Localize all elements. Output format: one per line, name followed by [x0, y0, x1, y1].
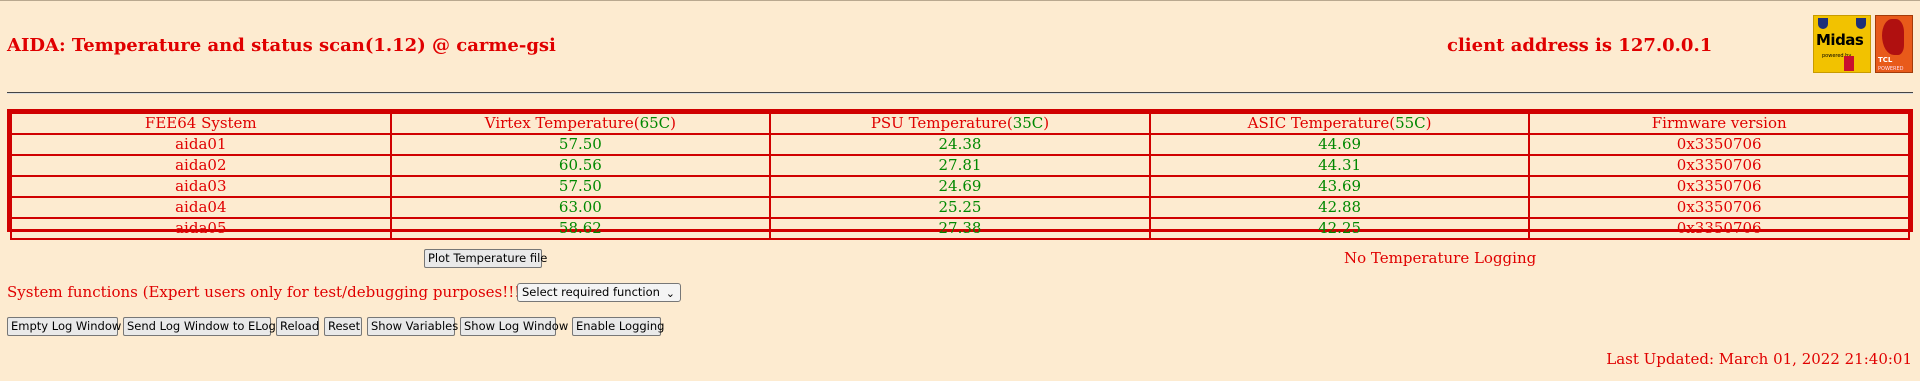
psu-cell: 27.38 — [769, 217, 1151, 240]
psu-cell: 27.81 — [769, 154, 1151, 177]
virtex-cell: 60.56 — [389, 154, 772, 177]
table-row: aida05 58.62 27.38 42.25 0x3350706 — [10, 217, 1910, 240]
page-title: AIDA: Temperature and status scan(1.12) … — [7, 35, 556, 56]
system-cell: aida03 — [10, 175, 392, 198]
plot-temperature-button[interactable]: Plot Temperature file — [424, 249, 547, 268]
show-log-button[interactable]: Show Log Window — [460, 317, 568, 336]
system-functions-label: System functions (Expert users only for … — [7, 283, 527, 301]
header-asic-temperature: ASIC Temperature(55C) — [1148, 112, 1531, 135]
table-row: aida03 57.50 24.69 43.69 0x3350706 — [10, 175, 1910, 198]
temperature-table: FEE64 System Virtex Temperature(65C) PSU… — [7, 109, 1913, 240]
tcl-logo-subtext: POWERED — [1878, 66, 1904, 72]
virtex-cell: 57.50 — [389, 175, 772, 198]
badge-icon — [1844, 56, 1854, 71]
virtex-cell: 57.50 — [389, 133, 772, 156]
reload-button[interactable]: Reload — [276, 317, 319, 336]
feather-icon — [1882, 19, 1904, 55]
table-row: aida04 63.00 25.25 42.88 0x3350706 — [10, 196, 1910, 219]
header-firmware-version: Firmware version — [1528, 112, 1910, 135]
table-row: aida02 60.56 27.81 44.31 0x3350706 — [10, 154, 1910, 177]
header-virtex-temperature: Virtex Temperature(65C) — [389, 112, 772, 135]
chevron-down-icon: ⌄ — [665, 287, 675, 300]
show-variables-button[interactable]: Show Variables — [367, 317, 458, 336]
client-address: client address is 127.0.0.1 — [1447, 35, 1713, 56]
virtex-cell: 58.62 — [389, 217, 772, 240]
system-cell: aida01 — [10, 133, 392, 156]
crest-icon — [1818, 18, 1828, 29]
psu-limit: 35C — [1012, 114, 1044, 132]
psu-cell: 24.69 — [769, 175, 1151, 198]
header-divider — [7, 92, 1913, 94]
reset-button[interactable]: Reset — [324, 317, 362, 336]
asic-cell: 44.69 — [1148, 133, 1531, 156]
function-select[interactable]: Select required function ⌄ — [517, 283, 681, 302]
firmware-cell: 0x3350706 — [1528, 217, 1910, 240]
psu-cell: 24.38 — [769, 133, 1151, 156]
firmware-cell: 0x3350706 — [1528, 133, 1910, 156]
send-log-button[interactable]: Send Log Window to ELog — [123, 317, 276, 336]
midas-logo-word: Midas — [1816, 31, 1864, 49]
function-select-value: Select required function — [522, 285, 660, 299]
midas-logo: Midas powered by — [1813, 15, 1871, 73]
last-updated: Last Updated: March 01, 2022 21:40:01 — [1606, 350, 1912, 368]
enable-logging-button[interactable]: Enable Logging — [572, 317, 664, 336]
system-cell: aida04 — [10, 196, 392, 219]
header-fee64-system: FEE64 System — [10, 112, 392, 135]
firmware-cell: 0x3350706 — [1528, 196, 1910, 219]
asic-cell: 43.69 — [1148, 175, 1531, 198]
firmware-cell: 0x3350706 — [1528, 154, 1910, 177]
table-header-row: FEE64 System Virtex Temperature(65C) PSU… — [10, 112, 1910, 135]
asic-cell: 42.25 — [1148, 217, 1531, 240]
firmware-cell: 0x3350706 — [1528, 175, 1910, 198]
asic-cell: 44.31 — [1148, 154, 1531, 177]
asic-cell: 42.88 — [1148, 196, 1531, 219]
page-header: AIDA: Temperature and status scan(1.12) … — [0, 1, 1920, 93]
header-psu-temperature: PSU Temperature(35C) — [769, 112, 1151, 135]
asic-limit: 55C — [1395, 114, 1426, 132]
virtex-limit: 65C — [639, 114, 671, 132]
system-cell: aida02 — [10, 154, 392, 177]
tcl-logo-text: TCL — [1878, 56, 1893, 64]
tcl-logo: TCL POWERED — [1875, 15, 1913, 73]
empty-log-button[interactable]: Empty Log Window — [7, 317, 121, 336]
psu-cell: 25.25 — [769, 196, 1151, 219]
table-row: aida01 57.50 24.38 44.69 0x3350706 — [10, 133, 1910, 156]
virtex-cell: 63.00 — [389, 196, 772, 219]
system-cell: aida05 — [10, 217, 392, 240]
logging-status: No Temperature Logging — [1344, 249, 1537, 267]
crest-icon — [1856, 18, 1866, 29]
